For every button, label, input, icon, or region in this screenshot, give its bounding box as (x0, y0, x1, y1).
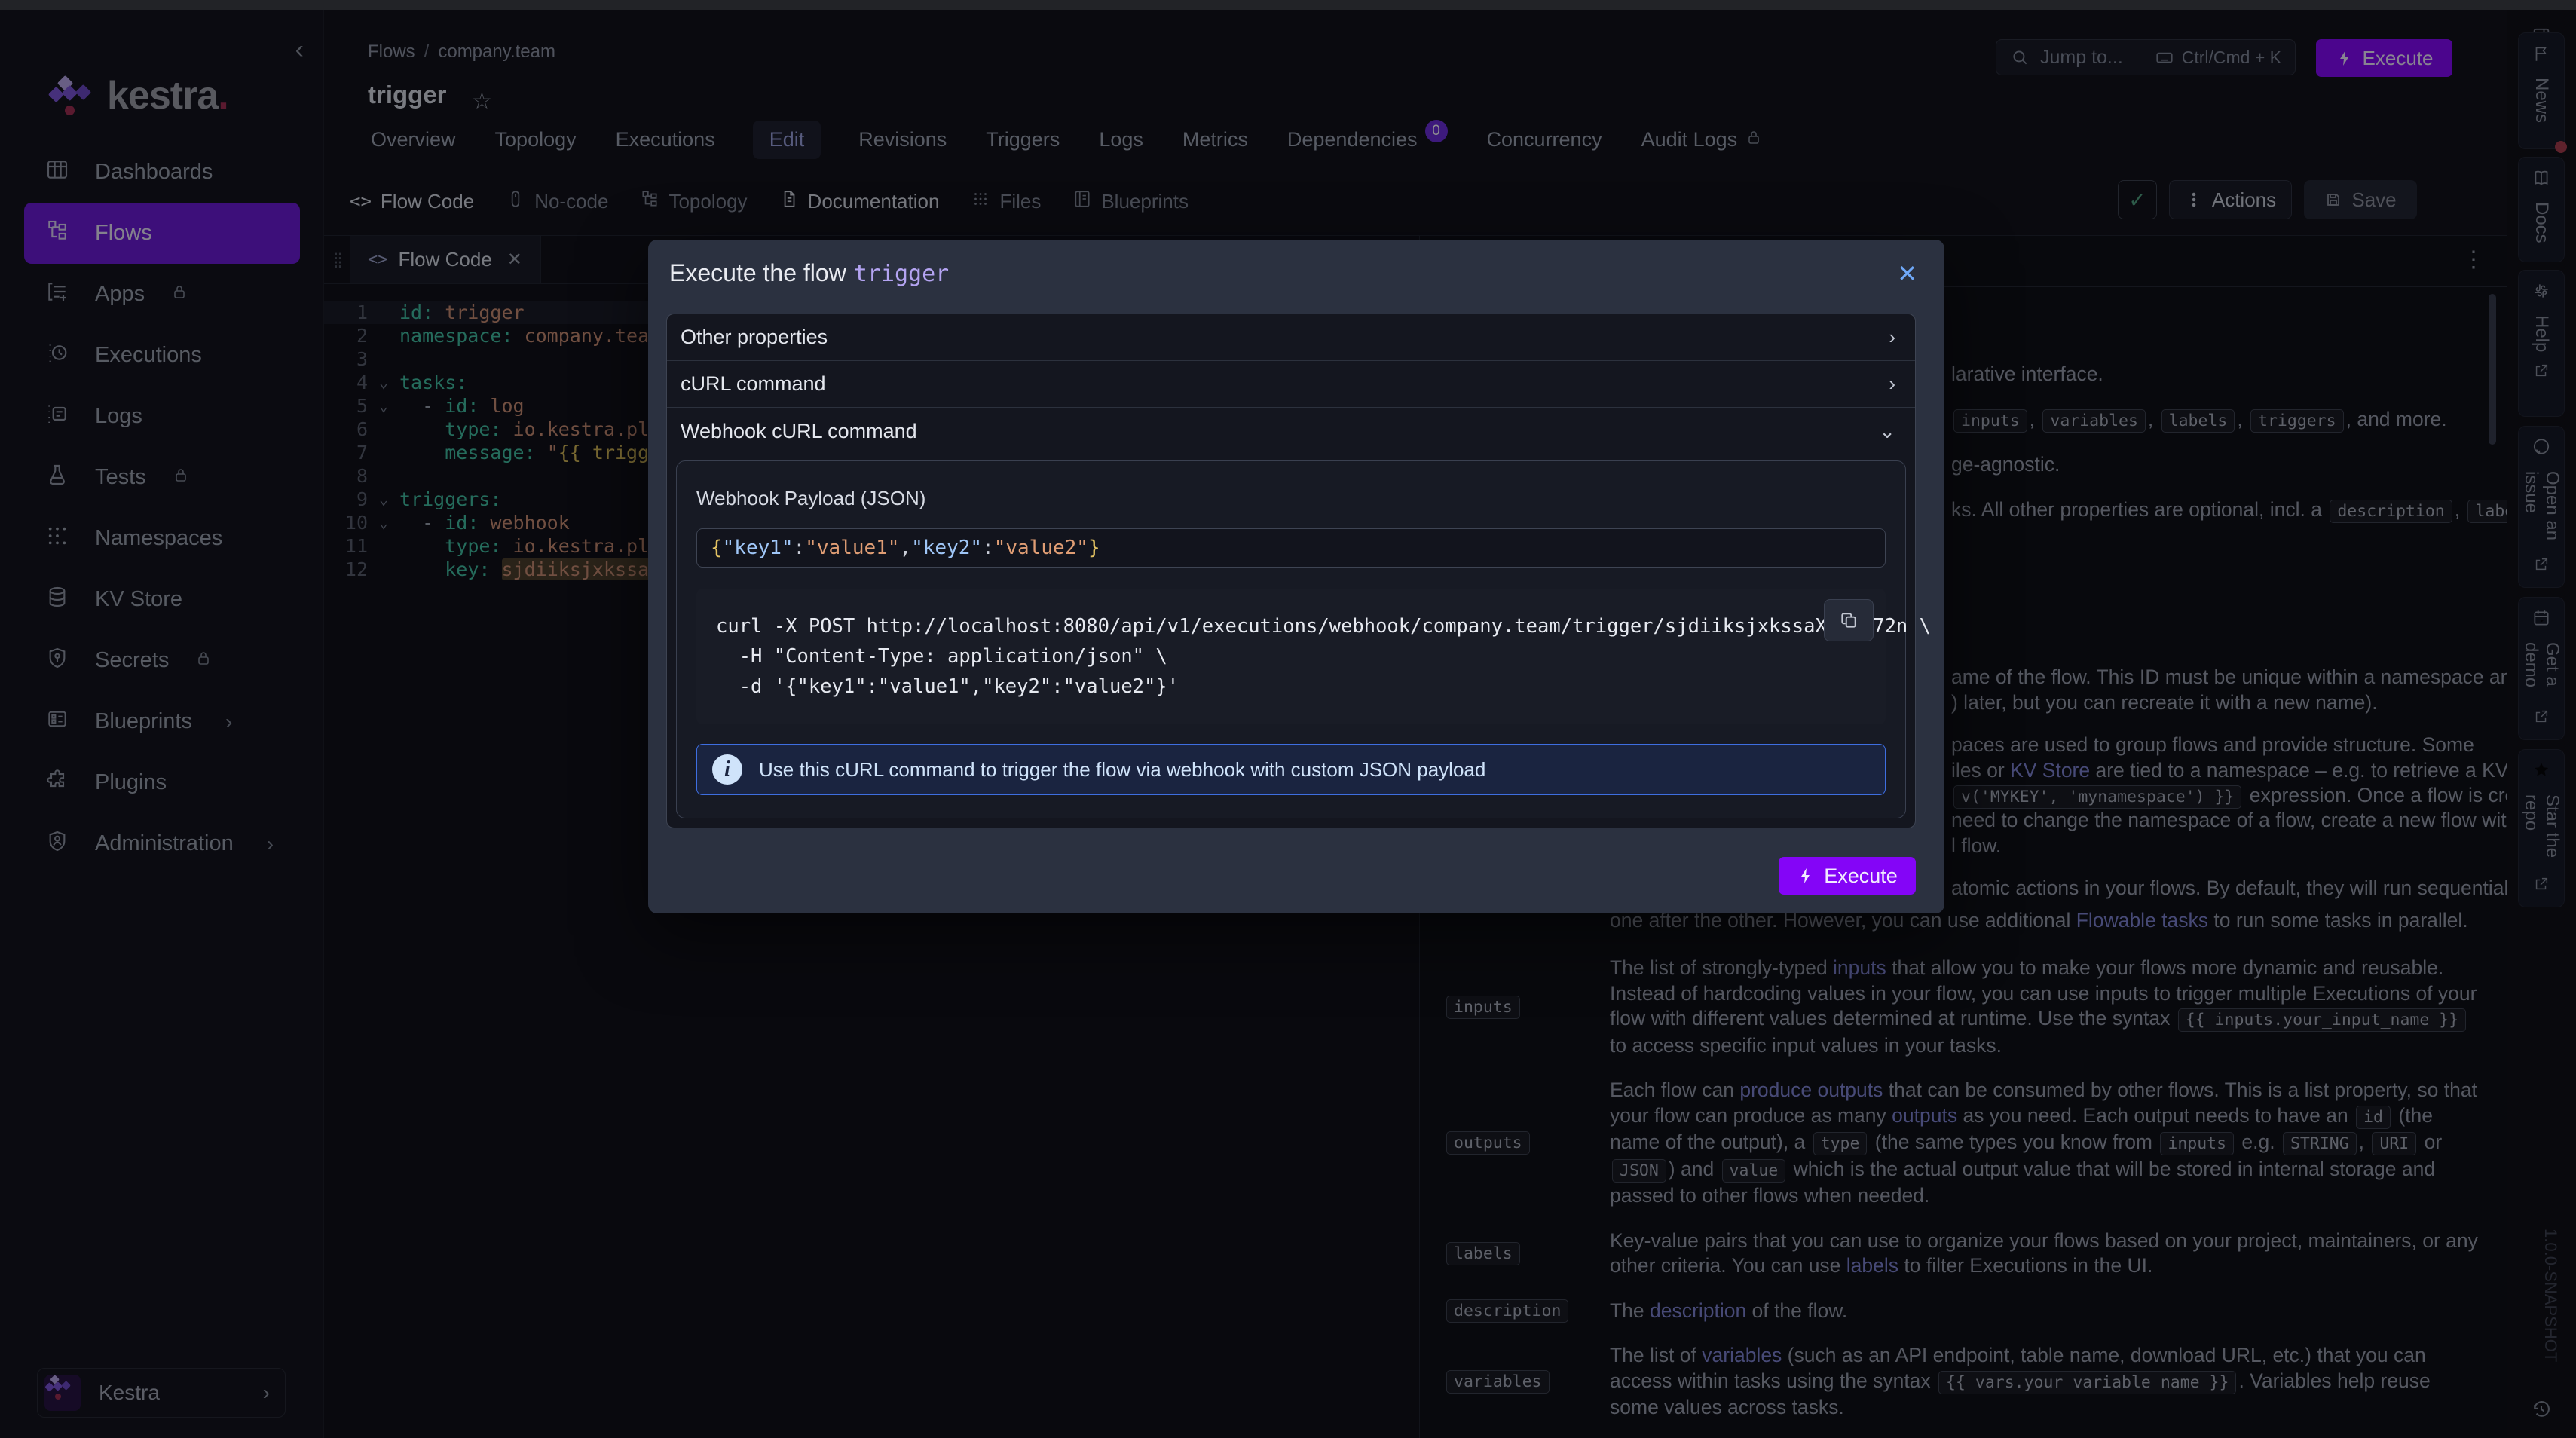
curl-line: -d '{"key1":"value1","key2":"value2"}' (716, 672, 1866, 702)
accordion-webhook-curl-command[interactable]: Webhook cURL command ⌄ (667, 408, 1915, 454)
accordion-curl-command[interactable]: cURL command › (667, 361, 1915, 408)
copy-icon (1839, 610, 1859, 630)
chevron-right-icon: › (1889, 326, 1895, 349)
chevron-down-icon: ⌄ (1879, 420, 1895, 443)
accordion-other-properties[interactable]: Other properties › (667, 314, 1915, 361)
webhook-section: Webhook Payload (JSON) {"key1":"value1",… (676, 460, 1906, 818)
modal-title-flow-id: trigger (854, 261, 949, 287)
modal-accordion: Other properties › cURL command › Webhook cU… (666, 314, 1916, 828)
curl-line: curl -X POST http://localhost:8080/api/v… (716, 611, 1866, 641)
curl-line: -H "Content-Type: application/json" \ (716, 641, 1866, 672)
info-text: Use this cURL command to trigger the flo… (759, 758, 1485, 782)
webhook-payload-input[interactable]: {"key1":"value1","key2":"value2"} (696, 528, 1886, 568)
modal-execute-button[interactable]: Execute (1779, 857, 1916, 895)
accordion-label: cURL command (681, 372, 826, 396)
info-icon: i (712, 754, 742, 785)
accordion-label: Other properties (681, 326, 828, 349)
modal-title: Execute the flowtrigger (669, 259, 949, 287)
modal-close-icon[interactable]: ✕ (1897, 259, 1917, 288)
copy-button[interactable] (1824, 599, 1874, 641)
payload-label: Webhook Payload (JSON) (696, 487, 1886, 510)
curl-command-block: curl -X POST http://localhost:8080/api/v… (696, 589, 1886, 724)
execute-flow-modal: Execute the flowtrigger ✕ Other properti… (648, 240, 1944, 913)
chevron-right-icon: › (1889, 372, 1895, 396)
info-alert: i Use this cURL command to trigger the f… (696, 744, 1886, 795)
accordion-label: Webhook cURL command (681, 420, 917, 443)
lightning-icon (1797, 867, 1815, 885)
kestra-app: ‹ kestra. DashboardsFlowsAppsExecutionsL… (0, 0, 2576, 1438)
